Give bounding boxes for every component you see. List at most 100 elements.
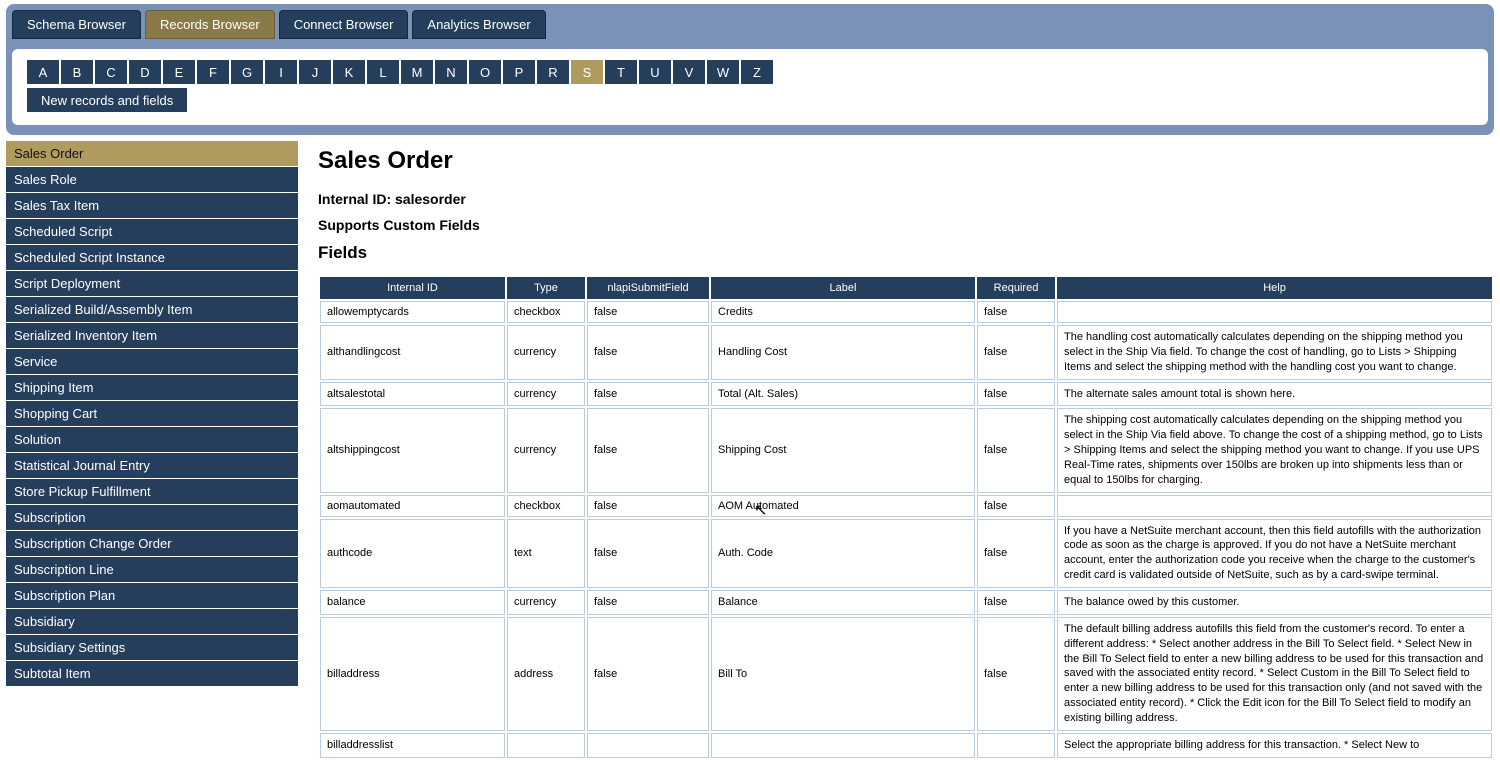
alpha-k[interactable]: K [332,59,366,85]
alpha-c[interactable]: C [94,59,128,85]
alpha-u[interactable]: U [638,59,672,85]
cell-type [507,733,585,758]
sidebar-item-scheduled-script-instance[interactable]: Scheduled Script Instance [6,245,298,271]
alpha-l[interactable]: L [366,59,400,85]
sidebar-item-shopping-cart[interactable]: Shopping Cart [6,401,298,427]
sidebar-item-subscription[interactable]: Subscription [6,505,298,531]
cell-type: currency [507,590,585,615]
cell-type: currency [507,382,585,407]
cell-label: Shipping Cost [711,408,975,492]
cell-type: currency [507,325,585,380]
col-help: Help [1057,277,1492,299]
sidebar-item-shipping-item[interactable]: Shipping Item [6,375,298,401]
supports-custom-fields: Supports Custom Fields [318,217,1494,233]
alpha-a[interactable]: A [26,59,60,85]
alpha-g[interactable]: G [230,59,264,85]
alpha-n[interactable]: N [434,59,468,85]
cell-submit: false [587,382,709,407]
sidebar-item-subtotal-item[interactable]: Subtotal Item [6,661,298,687]
content: Sales OrderSales RoleSales Tax ItemSched… [6,141,1494,760]
cell-help: If you have a NetSuite merchant account,… [1057,519,1492,588]
alpha-r[interactable]: R [536,59,570,85]
cell-id: billaddresslist [320,733,505,758]
cell-submit [587,733,709,758]
alpha-i[interactable]: I [264,59,298,85]
sidebar-item-subscription-line[interactable]: Subscription Line [6,557,298,583]
sidebar-item-subsidiary[interactable]: Subsidiary [6,609,298,635]
sidebar-item-subscription-plan[interactable]: Subscription Plan [6,583,298,609]
cell-submit: false [587,495,709,517]
sidebar-item-serialized-inventory-item[interactable]: Serialized Inventory Item [6,323,298,349]
alpha-e[interactable]: E [162,59,196,85]
sidebar-item-serialized-build-assembly-item[interactable]: Serialized Build/Assembly Item [6,297,298,323]
table-row: billaddressaddressfalseBill TofalseThe d… [320,617,1492,731]
alpha-d[interactable]: D [128,59,162,85]
table-row: althandlingcostcurrencyfalseHandling Cos… [320,325,1492,380]
alpha-z[interactable]: Z [740,59,774,85]
alpha-s[interactable]: S [570,59,604,85]
cell-label: Total (Alt. Sales) [711,382,975,407]
tab-schema-browser[interactable]: Schema Browser [12,10,141,39]
cell-id: altsalestotal [320,382,505,407]
fields-table: Internal IDTypenlapiSubmitFieldLabelRequ… [318,275,1494,760]
alpha-j[interactable]: J [298,59,332,85]
tab-connect-browser[interactable]: Connect Browser [279,10,409,39]
alpha-row: ABCDEFGIJKLMNOPRSTUVWZ [26,59,1474,85]
cell-help: The shipping cost automatically calculat… [1057,408,1492,492]
tab-records-browser[interactable]: Records Browser [145,10,275,39]
sidebar-item-sales-role[interactable]: Sales Role [6,167,298,193]
cell-id: allowemptycards [320,301,505,323]
table-header-row: Internal IDTypenlapiSubmitFieldLabelRequ… [320,277,1492,299]
cell-submit: false [587,519,709,588]
sidebar-item-sales-order[interactable]: Sales Order [6,141,298,167]
tab-row: Schema BrowserRecords BrowserConnect Bro… [12,10,1488,39]
sidebar-item-subscription-change-order[interactable]: Subscription Change Order [6,531,298,557]
alpha-t[interactable]: T [604,59,638,85]
cell-id: althandlingcost [320,325,505,380]
cell-req [977,733,1055,758]
table-body: allowemptycardscheckboxfalseCreditsfalse… [320,301,1492,758]
alpha-w[interactable]: W [706,59,740,85]
alpha-p[interactable]: P [502,59,536,85]
cell-req: false [977,495,1055,517]
sidebar-item-service[interactable]: Service [6,349,298,375]
cell-help: The default billing address autofills th… [1057,617,1492,731]
fields-heading: Fields [318,243,1494,263]
table-row: aomautomatedcheckboxfalseAOM Automatedfa… [320,495,1492,517]
cell-req: false [977,408,1055,492]
alpha-b[interactable]: B [60,59,94,85]
cell-submit: false [587,408,709,492]
sidebar-item-script-deployment[interactable]: Script Deployment [6,271,298,297]
alpha-m[interactable]: M [400,59,434,85]
col-type: Type [507,277,585,299]
cell-type: text [507,519,585,588]
cell-label: Credits [711,301,975,323]
cell-id: billaddress [320,617,505,731]
sidebar-item-solution[interactable]: Solution [6,427,298,453]
cell-help [1057,495,1492,517]
cell-submit: false [587,617,709,731]
cell-submit: false [587,325,709,380]
sidebar-item-subsidiary-settings[interactable]: Subsidiary Settings [6,635,298,661]
alpha-f[interactable]: F [196,59,230,85]
cell-label: Bill To [711,617,975,731]
cell-type: address [507,617,585,731]
sidebar-item-store-pickup-fulfillment[interactable]: Store Pickup Fulfillment [6,479,298,505]
col-nlapisubmitfield: nlapiSubmitField [587,277,709,299]
new-records-fields-button[interactable]: New records and fields [26,87,188,113]
sidebar-item-scheduled-script[interactable]: Scheduled Script [6,219,298,245]
page-title: Sales Order [318,147,1494,175]
col-internal-id: Internal ID [320,277,505,299]
alpha-o[interactable]: O [468,59,502,85]
tab-analytics-browser[interactable]: Analytics Browser [412,10,545,39]
sidebar: Sales OrderSales RoleSales Tax ItemSched… [6,141,298,760]
sidebar-item-sales-tax-item[interactable]: Sales Tax Item [6,193,298,219]
internal-id-label: Internal ID: salesorder [318,191,1494,207]
cell-req: false [977,617,1055,731]
cell-label [711,733,975,758]
sidebar-item-statistical-journal-entry[interactable]: Statistical Journal Entry [6,453,298,479]
alpha-v[interactable]: V [672,59,706,85]
table-row: authcodetextfalseAuth. CodefalseIf you h… [320,519,1492,588]
cell-label: Auth. Code [711,519,975,588]
alpha-panel: ABCDEFGIJKLMNOPRSTUVWZ New records and f… [12,49,1488,125]
